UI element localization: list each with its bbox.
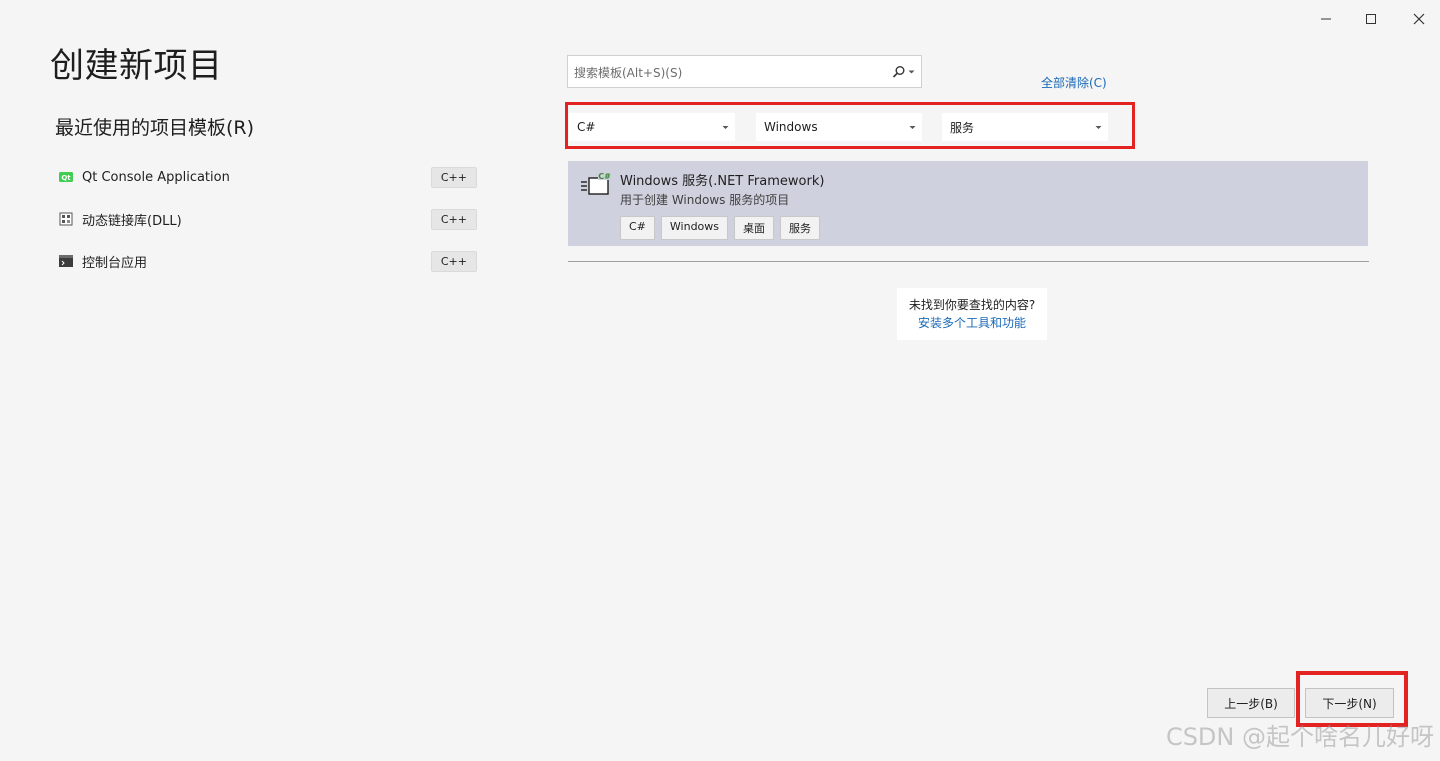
language-filter-value: C#	[577, 120, 596, 134]
platform-filter-value: Windows	[764, 120, 818, 134]
template-tag: 服务	[780, 216, 821, 240]
page-title: 创建新项目	[50, 46, 223, 86]
not-found-panel: 未找到你要查找的内容? 安装多个工具和功能	[897, 288, 1047, 340]
language-tag: C++	[430, 208, 477, 230]
svg-text:Qt: Qt	[61, 174, 71, 182]
template-tag: Windows	[660, 216, 729, 240]
close-button[interactable]	[1406, 6, 1432, 32]
project-type-filter-dropdown[interactable]: 服务	[942, 113, 1108, 141]
template-tags: C# Windows 桌面 服务	[620, 216, 821, 240]
maximize-button[interactable]	[1358, 6, 1384, 32]
recent-item-label: 控制台应用	[82, 255, 148, 271]
not-found-text: 未找到你要查找的内容?	[908, 298, 1036, 312]
console-icon	[59, 255, 73, 267]
recent-item-label: Qt Console Application	[82, 169, 230, 185]
recent-item-dll[interactable]: 动态链接库(DLL) C++	[55, 206, 477, 232]
search-options-button[interactable]	[892, 65, 915, 79]
chevron-down-icon	[909, 125, 916, 129]
recent-item-label: 动态链接库(DLL)	[82, 213, 182, 229]
clear-all-link[interactable]: 全部清除(C)	[1041, 74, 1107, 91]
platform-filter-dropdown[interactable]: Windows	[756, 113, 922, 141]
language-tag: C++	[430, 166, 477, 188]
results-divider	[568, 261, 1369, 262]
template-tag: C#	[620, 216, 655, 240]
minimize-icon	[1321, 18, 1331, 20]
search-icon	[892, 66, 905, 78]
template-title: Windows 服务(.NET Framework)	[620, 174, 825, 189]
svg-text:C#: C#	[598, 172, 611, 181]
close-icon	[1413, 13, 1425, 25]
recent-templates-heading: 最近使用的项目模板(R)	[55, 117, 255, 139]
language-filter-dropdown[interactable]: C#	[569, 113, 735, 141]
recent-item-qt-console[interactable]: Qt Qt Console Application C++	[55, 164, 477, 190]
search-input[interactable]	[572, 56, 886, 89]
csharp-service-icon: C#	[581, 171, 611, 195]
chevron-down-icon	[1095, 125, 1102, 129]
recent-item-console-app[interactable]: 控制台应用 C++	[55, 248, 477, 274]
watermark: CSDN @起个啥名儿好呀	[1165, 723, 1434, 751]
dll-icon	[59, 212, 73, 226]
template-tag: 桌面	[734, 216, 775, 240]
qt-icon: Qt	[59, 172, 73, 182]
back-button[interactable]: 上一步(B)	[1207, 688, 1295, 718]
template-description: 用于创建 Windows 服务的项目	[620, 193, 790, 207]
minimize-button[interactable]	[1313, 6, 1339, 32]
maximize-icon	[1366, 14, 1376, 24]
project-type-filter-value: 服务	[950, 120, 975, 135]
language-tag: C++	[430, 250, 477, 272]
template-list-item[interactable]: C# Windows 服务(.NET Framework) 用于创建 Windo…	[568, 161, 1368, 246]
install-tools-link[interactable]: 安装多个工具和功能	[897, 314, 1047, 331]
next-button[interactable]: 下一步(N)	[1305, 688, 1394, 718]
chevron-down-icon	[722, 125, 729, 129]
chevron-down-icon	[908, 70, 915, 74]
template-search-box[interactable]	[567, 55, 922, 89]
